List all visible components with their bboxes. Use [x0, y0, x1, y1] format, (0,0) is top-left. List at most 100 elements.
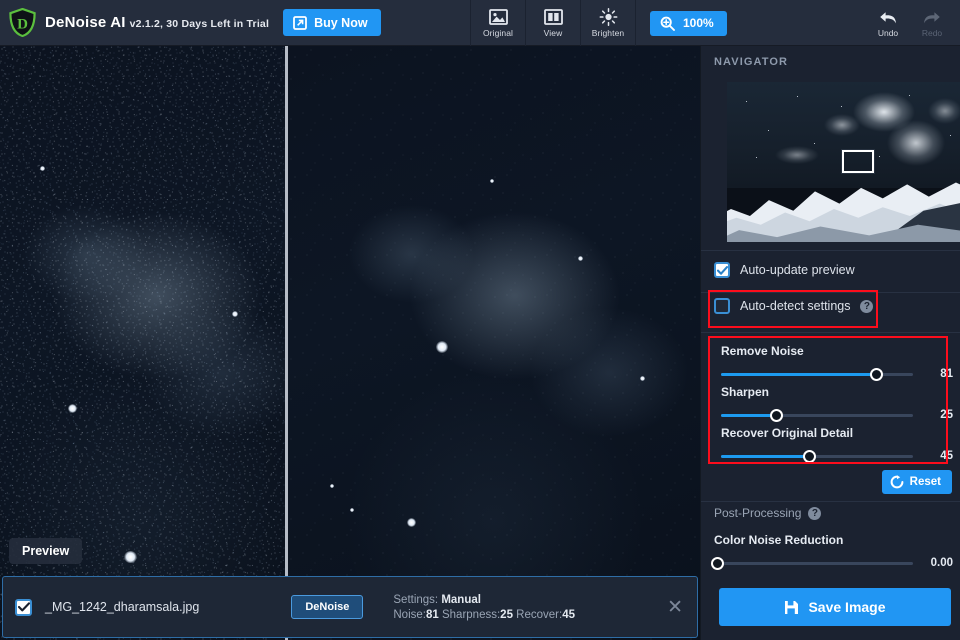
- recover-detail-thumb[interactable]: [802, 449, 816, 463]
- file-name-label: _MG_1242_dharamsala.jpg: [45, 600, 200, 614]
- magnifier-plus-icon: [660, 16, 675, 31]
- auto-update-preview-label: Auto-update preview: [740, 263, 855, 277]
- redo-label: Redo: [921, 27, 943, 38]
- sharpen-thumb[interactable]: [770, 408, 784, 422]
- zoom-level-button[interactable]: 100%: [650, 10, 727, 36]
- noise-prefix: Noise:: [393, 608, 426, 621]
- toolbar-divider: [470, 0, 471, 46]
- buy-now-button[interactable]: Buy Now: [283, 9, 381, 36]
- top-toolbar: D DeNoise AI v2.1.2, 30 Days Left in Tria…: [0, 0, 960, 46]
- bright-star: [640, 376, 645, 381]
- denoised-image-pane[interactable]: [288, 46, 700, 640]
- sharpen-fill: [721, 413, 777, 417]
- recover-detail-fill: [721, 454, 810, 458]
- history-tools-group: Undo Redo: [866, 0, 954, 46]
- sharpen-track[interactable]: [721, 408, 913, 422]
- save-image-button[interactable]: Save Image: [719, 588, 951, 626]
- bright-star: [490, 179, 494, 183]
- recover-detail-label: Recover Original Detail: [721, 426, 854, 440]
- original-tool-button[interactable]: Original: [475, 0, 521, 46]
- remove-noise-label: Remove Noise: [721, 344, 804, 358]
- undo-label: Undo: [877, 27, 899, 38]
- toolbar-divider: [525, 0, 526, 46]
- remove-noise-fill: [721, 372, 877, 376]
- checkmark-icon: [716, 265, 728, 275]
- remove-noise-slider-block: Remove Noise 81: [721, 344, 953, 381]
- reset-label: Reset: [909, 476, 941, 488]
- navigator-title: NAVIGATOR: [714, 56, 789, 68]
- recover-detail-value: 45: [940, 450, 953, 462]
- sharpen-slider-block: Sharpen 25: [721, 385, 953, 422]
- redo-button[interactable]: Redo: [910, 0, 954, 46]
- settings-mode-value: Manual: [441, 593, 481, 606]
- remove-noise-thumb[interactable]: [870, 367, 884, 381]
- panel-divider: [701, 250, 960, 251]
- denoise-ai-window: D DeNoise AI v2.1.2, 30 Days Left in Tria…: [0, 0, 960, 640]
- recover-detail-slider-row[interactable]: 45: [721, 449, 953, 463]
- file-checkbox[interactable]: [15, 598, 32, 616]
- panel-divider: [701, 332, 960, 333]
- app-brand: D DeNoise AI v2.1.2, 30 Days Left in Tria…: [0, 8, 381, 37]
- auto-detect-settings-row[interactable]: Auto-detect settings ?: [701, 298, 874, 314]
- view-tool-label: View: [543, 27, 563, 38]
- view-tools-group: Original View Brighten 100%: [466, 0, 727, 46]
- color-noise-label: Color Noise Reduction: [714, 533, 844, 547]
- save-disk-icon: [785, 600, 799, 614]
- post-processing-title: Post-Processing: [714, 506, 802, 520]
- navigator-cloud: [886, 120, 945, 167]
- color-noise-thumb[interactable]: [711, 556, 725, 570]
- svg-text:D: D: [17, 16, 28, 32]
- remove-noise-track[interactable]: [721, 367, 913, 381]
- navigator-viewport-rect[interactable]: [841, 149, 875, 174]
- app-title: DeNoise AI v2.1.2, 30 Days Left in Trial: [45, 14, 269, 31]
- color-noise-track[interactable]: [711, 556, 913, 570]
- remove-noise-slider-row[interactable]: 81: [721, 367, 953, 381]
- color-noise-slider-row[interactable]: 0.00: [711, 556, 953, 570]
- sharpen-slider-row[interactable]: 25: [721, 408, 953, 422]
- brighten-tool-button[interactable]: Brighten: [585, 0, 631, 46]
- auto-update-preview-row[interactable]: Auto-update preview: [701, 262, 855, 278]
- help-icon[interactable]: ?: [808, 506, 822, 520]
- undo-arrow-icon: [880, 11, 896, 23]
- help-icon[interactable]: ?: [860, 299, 874, 313]
- undo-button[interactable]: Undo: [866, 0, 910, 46]
- bright-star: [350, 508, 354, 512]
- toolbar-divider: [580, 0, 581, 46]
- denoise-button[interactable]: DeNoise: [291, 595, 364, 619]
- reset-button[interactable]: Reset: [881, 470, 952, 494]
- settings-mode-row: Settings: Manual: [393, 594, 575, 606]
- split-view-icon: [543, 9, 563, 26]
- toolbar-divider: [635, 0, 636, 46]
- external-link-icon: [293, 15, 307, 30]
- sharpness-prefix: Sharpness:: [441, 608, 501, 621]
- right-settings-panel: NAVIGATOR Auto-update preview Auto-detec…: [700, 46, 960, 640]
- app-version-trial: v2.1.2, 30 Days Left in Trial: [129, 18, 270, 30]
- sharpen-label: Sharpen: [721, 385, 770, 399]
- bright-star: [578, 256, 583, 261]
- settings-prefix: Settings:: [393, 593, 439, 606]
- buy-now-label: Buy Now: [314, 15, 368, 30]
- app-name: DeNoise AI: [45, 14, 126, 31]
- preview-badge: Preview: [9, 538, 83, 564]
- auto-update-preview-checkbox[interactable]: [714, 262, 730, 278]
- navigator-thumbnail[interactable]: [727, 82, 960, 242]
- bright-star: [124, 551, 137, 563]
- recover-value: 45: [562, 608, 575, 621]
- bright-star: [407, 518, 416, 527]
- bright-star: [40, 166, 45, 171]
- brighten-tool-label: Brighten: [591, 27, 625, 38]
- auto-detect-settings-checkbox[interactable]: [714, 298, 730, 314]
- recover-detail-track[interactable]: [721, 449, 913, 463]
- redo-arrow-icon: [924, 11, 940, 23]
- image-canvas[interactable]: Preview _MG_1242_dharamsala.jpg DeNoise …: [0, 46, 700, 640]
- view-tool-button[interactable]: View: [530, 0, 576, 46]
- image-icon: [488, 9, 508, 26]
- close-icon[interactable]: ✕: [667, 598, 683, 617]
- sharpen-value: 25: [940, 409, 953, 421]
- refresh-icon: [890, 475, 904, 489]
- denoised-fine-grain: [288, 46, 700, 640]
- bright-star: [232, 311, 238, 317]
- checkmark-icon: [17, 602, 30, 612]
- post-processing-header: Post-Processing ?: [701, 506, 822, 520]
- auto-detect-settings-label: Auto-detect settings: [740, 299, 851, 313]
